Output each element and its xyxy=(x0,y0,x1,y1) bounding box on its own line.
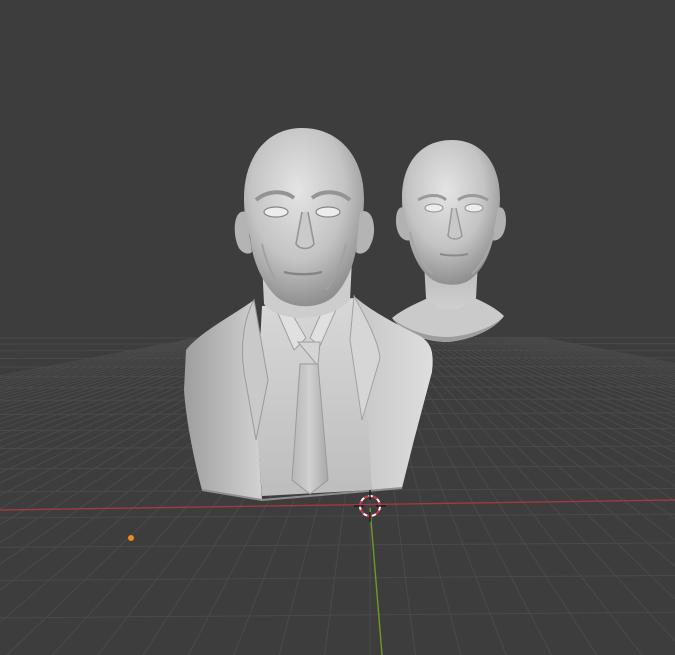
grid-line-depth xyxy=(525,336,675,369)
y-axis-line xyxy=(369,507,383,655)
grid-line-depth xyxy=(483,336,675,393)
bust-suit[interactable] xyxy=(184,128,433,502)
grid-line-depth xyxy=(495,336,675,384)
3d-viewport[interactable] xyxy=(0,0,675,655)
grid-line-depth xyxy=(420,336,675,502)
grid-line-depth xyxy=(424,336,675,487)
point-light-icon[interactable] xyxy=(128,535,134,541)
grid-line-horizontal xyxy=(0,513,675,519)
viewport-canvas[interactable] xyxy=(0,0,675,655)
grid-line-depth xyxy=(0,336,207,379)
head-bust[interactable] xyxy=(392,140,506,342)
grid-line-depth xyxy=(529,336,675,368)
grid-line-horizontal xyxy=(0,542,675,548)
x-axis-line xyxy=(0,499,675,511)
grid-line-horizontal xyxy=(0,611,675,619)
grid-line-horizontal xyxy=(0,574,675,582)
grid-line-depth xyxy=(533,336,675,366)
grid-line-depth xyxy=(537,336,675,364)
grid-line-depth xyxy=(0,336,211,381)
grid-line-depth xyxy=(399,336,675,642)
